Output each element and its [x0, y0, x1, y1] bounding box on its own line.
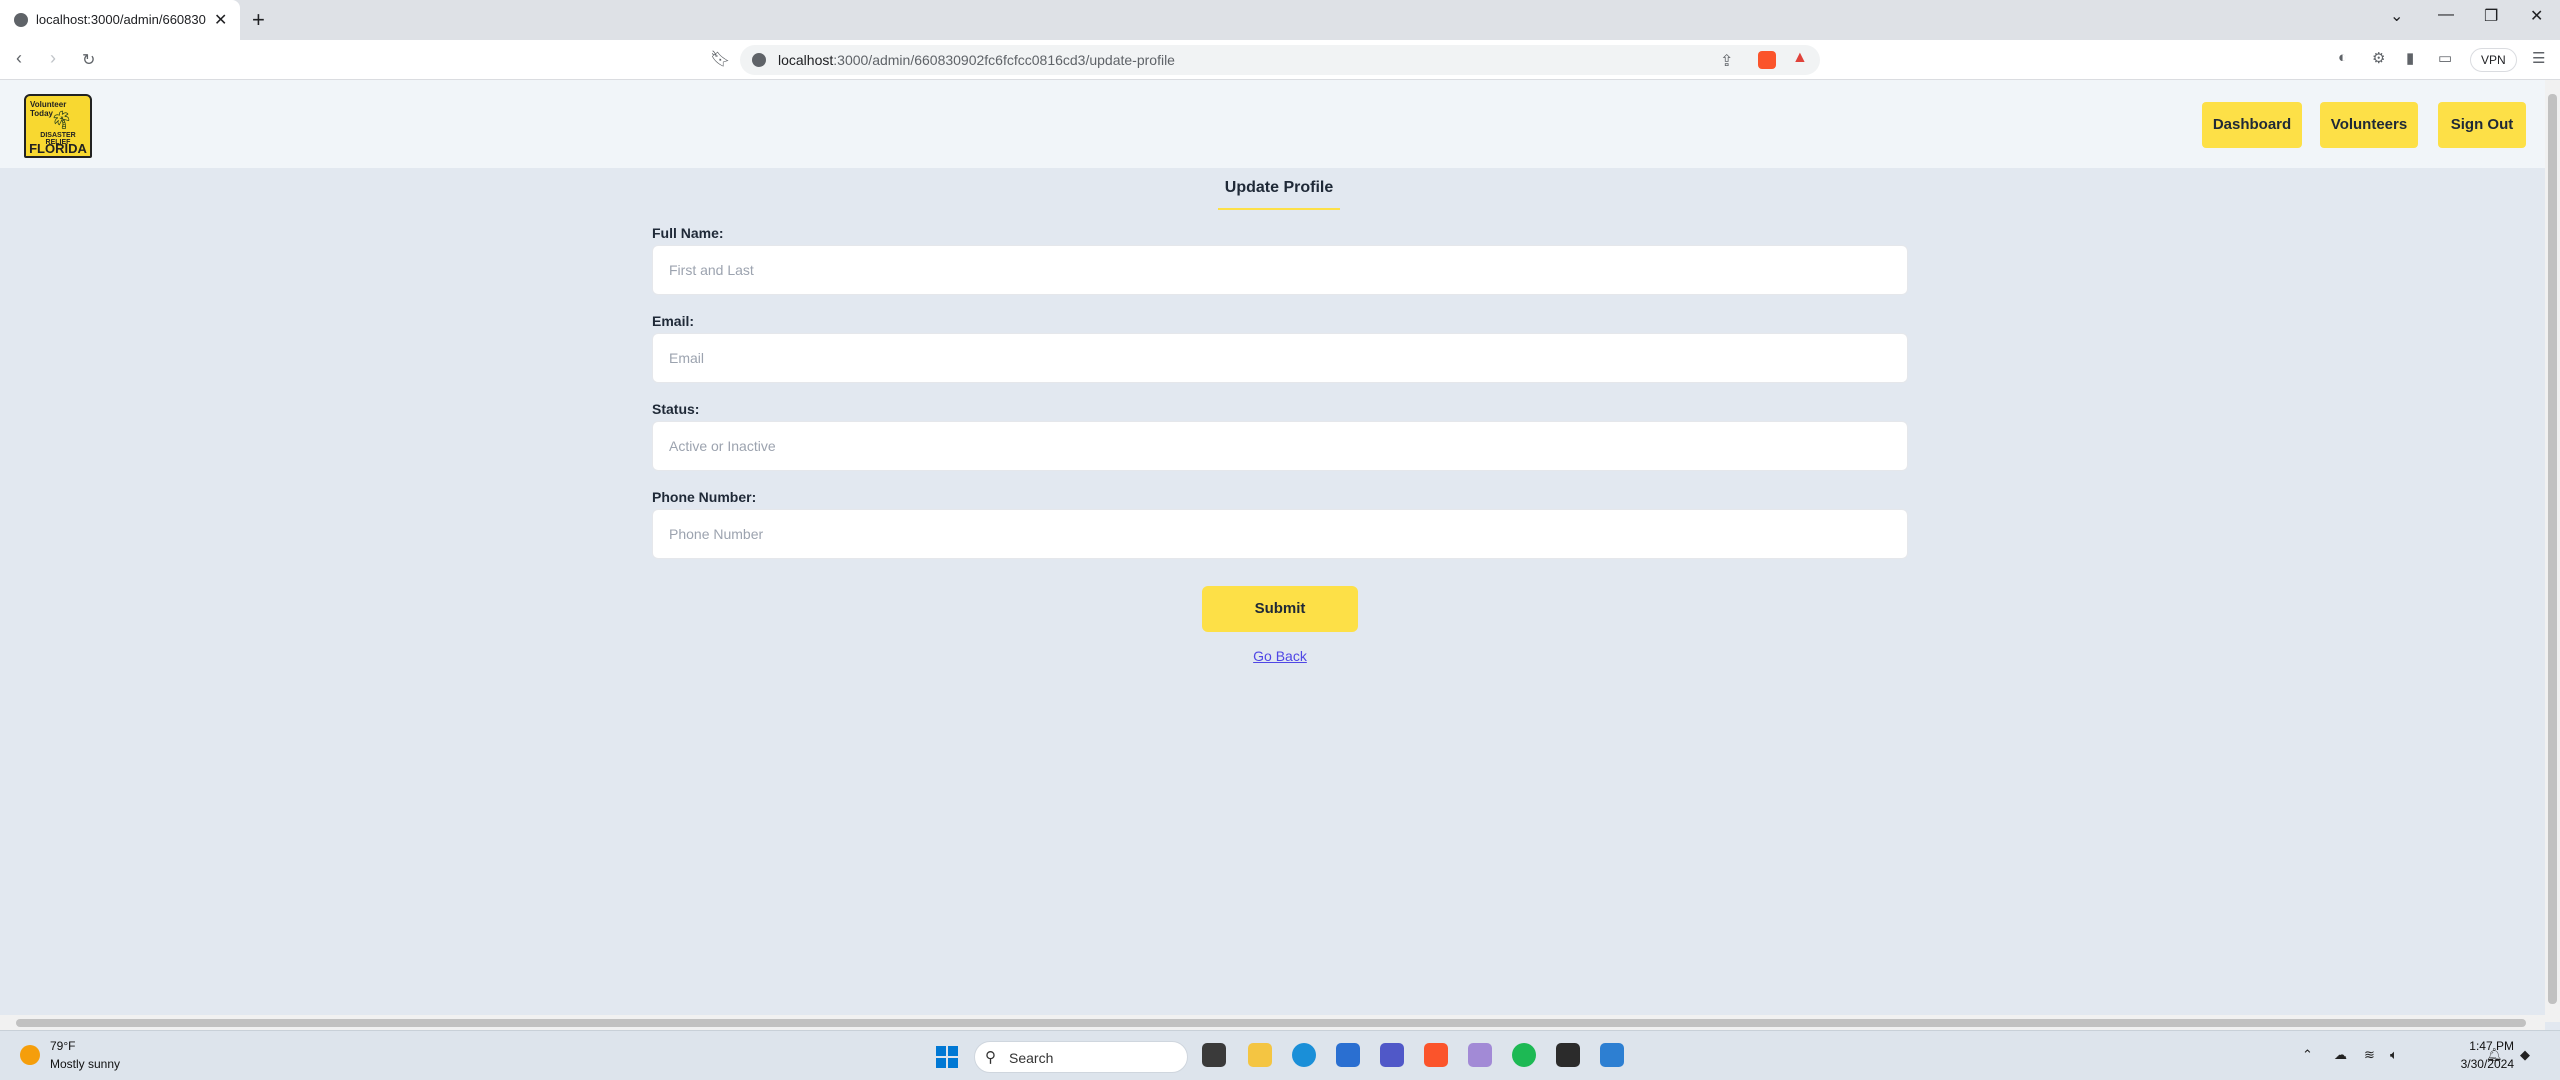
full-name-label: Full Name: [652, 225, 724, 241]
phone-label: Phone Number: [652, 489, 757, 505]
tab-search-chevron-icon[interactable]: ⌄ [2390, 6, 2403, 26]
task-view-icon[interactable] [1202, 1043, 1226, 1067]
phone-input[interactable] [652, 509, 1908, 559]
go-back-link[interactable]: Go Back [1235, 648, 1325, 664]
close-tab-icon[interactable]: ✕ [214, 10, 227, 30]
onedrive-icon[interactable]: ☁ [2334, 1047, 2347, 1063]
search-icon: ⚲ [985, 1049, 996, 1066]
taskbar: 79°F Mostly sunny ⚲ Search ⌃ ☁ ≋ 🔈︎ 1:47… [0, 1030, 2560, 1080]
url-text[interactable]: localhost:3000/admin/660830902fc6fcfcc08… [778, 52, 1175, 68]
palm-tree-icon: 🌴︎ [50, 110, 73, 130]
extensions-icon[interactable]: ⚙ [2372, 49, 2385, 67]
status-label: Status: [652, 401, 700, 417]
windows-start-icon[interactable] [936, 1046, 958, 1068]
forward-icon[interactable]: › [50, 48, 56, 69]
site-header: Volunteer Today 🌴︎ DISASTER RELIEF FLORI… [0, 80, 2545, 168]
sign-out-button[interactable]: Sign Out [2438, 102, 2526, 148]
email-label: Email: [652, 313, 695, 329]
spotify-icon[interactable] [1512, 1043, 1536, 1067]
logo-bottom-text: FLORIDA [29, 141, 87, 156]
menu-icon[interactable]: ☰ [2532, 49, 2545, 67]
terminal-icon[interactable] [1556, 1043, 1580, 1067]
wallet-icon[interactable]: ▭ [2438, 49, 2452, 67]
new-tab-icon[interactable]: + [252, 7, 265, 33]
brave-rewards-icon[interactable]: ▲ [1792, 49, 1808, 67]
browser-toolbar: ‹ › ↻ 🔖︎ localhost:3000/admin/660830902f… [0, 40, 2560, 80]
weather-desc[interactable]: Mostly sunny [50, 1057, 120, 1071]
tab-title: localhost:3000/admin/66083090 [36, 12, 206, 27]
wifi-icon[interactable]: ≋ [2364, 1047, 2375, 1063]
brave-taskbar-icon[interactable] [1424, 1043, 1448, 1067]
address-bar[interactable]: localhost:3000/admin/660830902fc6fcfcc08… [740, 45, 1820, 75]
bookmark-icon[interactable]: 🔖︎ [710, 49, 730, 69]
full-name-input[interactable] [652, 245, 1908, 295]
reader-icon[interactable]: ◐ [2338, 49, 2347, 66]
sidebar-icon[interactable]: ▮ [2406, 49, 2414, 67]
share-icon[interactable]: ⇪ [1720, 51, 1733, 71]
window-close-icon[interactable]: ✕ [2530, 6, 2543, 26]
taskbar-search[interactable]: ⚲ Search [974, 1041, 1188, 1073]
weather-temp[interactable]: 79°F [50, 1039, 75, 1053]
submit-button[interactable]: Submit [1202, 586, 1358, 632]
app-icon[interactable] [1468, 1043, 1492, 1067]
copilot-icon[interactable]: ◆ [2520, 1047, 2530, 1063]
chevron-up-icon[interactable]: ⌃ [2302, 1047, 2313, 1063]
volunteers-button[interactable]: Volunteers [2320, 102, 2418, 148]
vpn-button[interactable]: VPN [2470, 48, 2517, 72]
page-title: Update Profile [1224, 179, 1334, 196]
status-input[interactable] [652, 421, 1908, 471]
reload-icon[interactable]: ↻ [82, 50, 95, 70]
horizontal-scroll-thumb[interactable] [16, 1019, 2526, 1027]
teams-icon[interactable] [1380, 1043, 1404, 1067]
browser-tab-bar: localhost:3000/admin/66083090 ✕ + ⌄ — ❐ … [0, 0, 2560, 40]
search-label: Search [1009, 1050, 1054, 1066]
title-underline [1218, 208, 1340, 210]
brave-shields-icon[interactable] [1758, 51, 1776, 69]
vscode-icon[interactable] [1600, 1043, 1624, 1067]
email-input[interactable] [652, 333, 1908, 383]
notification-bell-icon[interactable]: 🔔︎ [2486, 1047, 2503, 1063]
site-info-icon[interactable] [752, 53, 766, 67]
minimize-icon[interactable]: — [2438, 6, 2454, 24]
edge-icon[interactable] [1292, 1043, 1316, 1067]
restore-icon[interactable]: ❐ [2484, 6, 2498, 26]
browser-tab[interactable]: localhost:3000/admin/66083090 ✕ [0, 0, 240, 40]
store-icon[interactable] [1336, 1043, 1360, 1067]
weather-sun-icon[interactable] [20, 1045, 40, 1065]
back-icon[interactable]: ‹ [16, 48, 22, 69]
page-content: Volunteer Today 🌴︎ DISASTER RELIEF FLORI… [0, 80, 2545, 1022]
vertical-scroll-thumb[interactable] [2548, 94, 2557, 1004]
file-explorer-icon[interactable] [1248, 1043, 1272, 1067]
globe-icon [14, 13, 28, 27]
dashboard-button[interactable]: Dashboard [2202, 102, 2302, 148]
logo[interactable]: Volunteer Today 🌴︎ DISASTER RELIEF FLORI… [24, 94, 92, 158]
volume-icon[interactable]: 🔈︎ [2390, 1047, 2398, 1063]
